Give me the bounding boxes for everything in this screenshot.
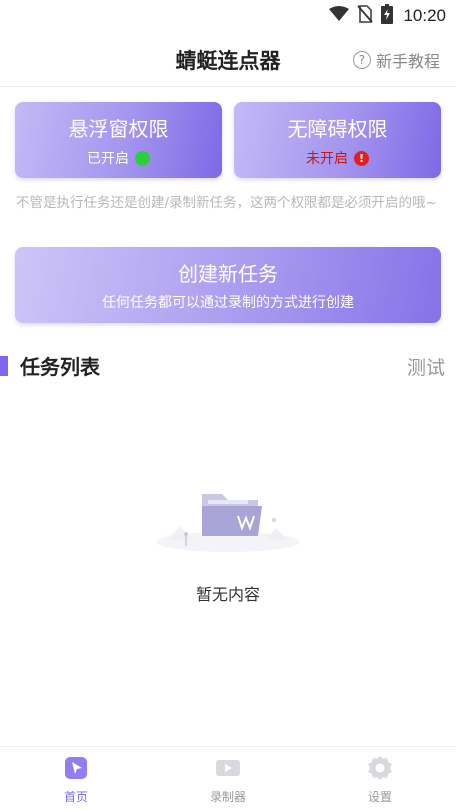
- empty-state-text: 暂无内容: [195, 585, 260, 604]
- accessibility-permission-card[interactable]: 无障碍权限 未开启 !: [234, 102, 441, 178]
- nav-settings[interactable]: 设置: [320, 752, 440, 806]
- status-bar: 10:20: [0, 0, 456, 32]
- tutorial-button[interactable]: ? 新手教程: [352, 48, 440, 72]
- accessibility-permission-title: 无障碍权限: [287, 117, 388, 141]
- accessibility-permission-status: 未开启 !: [234, 148, 441, 168]
- warning-dot-icon: !: [354, 150, 369, 166]
- help-circle-icon: ?: [352, 51, 371, 69]
- task-list-title: 任务列表: [20, 355, 100, 379]
- create-task-title: 创建新任务: [178, 262, 278, 286]
- enabled-dot-icon: [135, 150, 150, 166]
- nav-home-label: 首页: [63, 790, 88, 804]
- nav-home[interactable]: 首页: [16, 752, 136, 806]
- section-accent-bar: [0, 356, 8, 376]
- video-recorder-icon: [214, 754, 242, 782]
- accessibility-status-label: 未开启: [306, 151, 348, 167]
- floating-permission-title: 悬浮窗权限: [68, 117, 169, 141]
- status-icons: 10:20: [329, 4, 446, 28]
- create-task-button[interactable]: 创建新任务 任何任务都可以通过录制的方式进行创建: [15, 247, 441, 323]
- nav-recorder-label: 录制器: [209, 790, 246, 804]
- tutorial-label: 新手教程: [375, 52, 440, 71]
- test-button[interactable]: 测试: [407, 353, 445, 380]
- floating-window-permission-card[interactable]: 悬浮窗权限 已开启: [15, 102, 222, 178]
- nav-settings-label: 设置: [367, 790, 392, 804]
- nav-recorder[interactable]: 录制器: [168, 752, 288, 806]
- permission-hint: 不管是执行任务还是创建/录制新任务，这两个权限都是必须开启的哦~: [16, 195, 437, 211]
- battery-charging-icon: [381, 4, 394, 28]
- floating-status-label: 已开启: [87, 151, 129, 167]
- header-divider: [0, 86, 456, 87]
- create-task-subtitle: 任何任务都可以通过录制的方式进行创建: [102, 295, 354, 311]
- no-sim-icon: [357, 5, 374, 27]
- app-header: 蜻蜓连点器 ? 新手教程: [0, 38, 456, 82]
- gear-icon: [366, 754, 394, 782]
- home-cursor-icon: [62, 754, 90, 782]
- bottom-nav-divider: [0, 746, 456, 747]
- floating-permission-status: 已开启: [15, 148, 222, 168]
- status-time: 10:20: [403, 6, 446, 25]
- wifi-icon: [329, 6, 350, 26]
- empty-folder-icon: [148, 470, 308, 560]
